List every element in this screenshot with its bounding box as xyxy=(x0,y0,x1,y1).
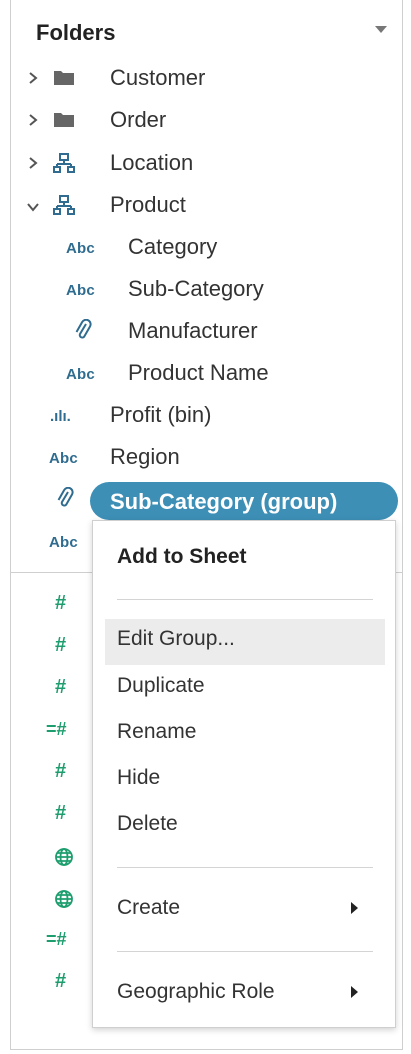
tree-item-label: Product Name xyxy=(128,360,269,385)
hierarchy-icon xyxy=(52,193,76,217)
tree-item-category[interactable]: Category xyxy=(128,230,217,264)
string-type-icon: Abc xyxy=(66,281,95,299)
menu-item-label: Duplicate xyxy=(117,674,205,697)
expand-chevron-icon[interactable] xyxy=(27,113,39,127)
measure-number-icon: # xyxy=(55,801,67,824)
hierarchy-icon xyxy=(52,151,76,175)
tree-item-label: Manufacturer xyxy=(128,318,258,343)
tree-item-manufacturer[interactable]: Manufacturer xyxy=(128,314,258,348)
menu-separator xyxy=(117,867,373,868)
tree-item-label: Category xyxy=(128,234,218,259)
menu-item-label: Rename xyxy=(117,720,197,743)
globe-icon xyxy=(53,888,75,910)
submenu-arrow-icon xyxy=(351,986,358,998)
tree-item-label: Product xyxy=(110,192,186,217)
menu-item-label: Edit Group... xyxy=(117,627,235,650)
paperclip-icon xyxy=(54,486,76,510)
tree-item-label: Customer xyxy=(110,65,206,90)
tree-item-label: Sub-Category (group) xyxy=(110,489,338,514)
calculated-measure-icon: =# xyxy=(46,928,67,949)
paperclip-icon xyxy=(72,318,94,342)
tree-item-product-name[interactable]: Product Name xyxy=(128,356,269,390)
measure-number-icon: # xyxy=(55,591,67,614)
context-menu: Add to Sheet Edit Group... Duplicate Ren… xyxy=(92,520,396,1028)
measure-number-icon: # xyxy=(55,759,67,782)
menu-item-create[interactable]: Create xyxy=(93,888,395,928)
menu-item-duplicate[interactable]: Duplicate xyxy=(93,666,395,706)
tree-item-product[interactable]: Product xyxy=(110,188,186,222)
menu-item-add-to-sheet[interactable]: Add to Sheet xyxy=(93,537,395,577)
tree-item-label: Region xyxy=(110,444,180,469)
menu-separator xyxy=(117,951,373,952)
menu-item-label: Add to Sheet xyxy=(117,545,247,568)
collapse-chevron-icon[interactable] xyxy=(25,200,41,214)
string-type-icon: Abc xyxy=(66,365,95,383)
bin-icon: .ılı. xyxy=(50,407,71,425)
menu-item-label: Geographic Role xyxy=(117,980,275,1003)
submenu-arrow-icon xyxy=(351,902,358,914)
tree-item-label: Order xyxy=(110,107,167,132)
menu-item-rename[interactable]: Rename xyxy=(93,712,395,752)
tree-item-order[interactable]: Order xyxy=(110,103,166,137)
folder-icon xyxy=(52,108,76,130)
tree-item-label: Profit (bin) xyxy=(110,402,212,427)
menu-item-label: Delete xyxy=(117,812,178,835)
menu-item-hide[interactable]: Hide xyxy=(93,758,395,798)
menu-item-delete[interactable]: Delete xyxy=(93,804,395,844)
tree-item-sub-category[interactable]: Sub-Category xyxy=(128,272,264,306)
measure-number-icon: # xyxy=(55,969,67,992)
menu-item-label: Create xyxy=(117,896,181,919)
expand-chevron-icon[interactable] xyxy=(27,71,39,85)
tree-item-location[interactable]: Location xyxy=(110,146,193,180)
menu-separator xyxy=(117,599,373,600)
string-type-icon: Abc xyxy=(66,239,95,257)
folder-icon xyxy=(52,66,76,88)
tree-item-label: Location xyxy=(110,150,194,175)
globe-icon xyxy=(53,846,75,868)
measure-number-icon: # xyxy=(55,675,67,698)
expand-chevron-icon[interactable] xyxy=(27,156,39,170)
measure-number-icon: # xyxy=(55,633,67,656)
string-type-icon: Abc xyxy=(49,449,78,467)
tree-item-profit-bin[interactable]: Profit (bin) xyxy=(110,398,211,432)
menu-item-geographic-role[interactable]: Geographic Role xyxy=(93,972,395,1012)
calculated-measure-icon: =# xyxy=(46,718,67,739)
string-type-icon: Abc xyxy=(49,533,78,551)
tree-item-sub-category-group[interactable]: Sub-Category (group) xyxy=(90,482,398,520)
tree-item-region[interactable]: Region xyxy=(110,440,180,474)
panel-title: Folders xyxy=(36,20,116,45)
menu-item-edit-group[interactable]: Edit Group... xyxy=(93,619,395,665)
panel-menu-caret-icon[interactable] xyxy=(375,26,387,33)
tree-item-label: Sub-Category xyxy=(128,276,264,301)
tree-item-customer[interactable]: Customer xyxy=(110,61,205,95)
menu-item-label: Hide xyxy=(117,766,161,789)
